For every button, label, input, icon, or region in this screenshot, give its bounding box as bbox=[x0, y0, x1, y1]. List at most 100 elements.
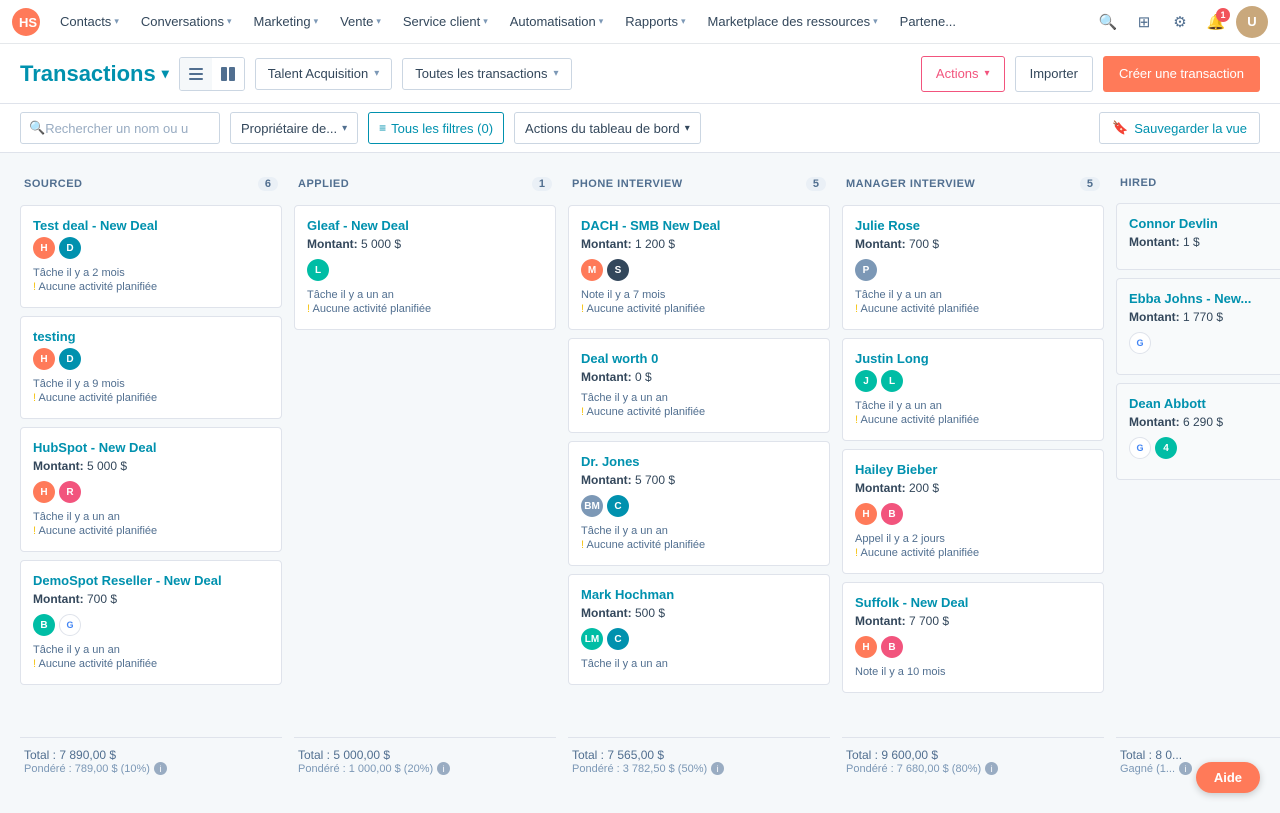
deal-amount: Montant: 1 $ bbox=[1129, 235, 1280, 249]
deal-amount: Montant: 5 700 $ bbox=[581, 473, 817, 487]
header-bar: Transactions ▾ Talent Acquisition ▾ Tout… bbox=[0, 44, 1280, 104]
col-cards-manager-interview: Julie RoseMontant: 700 $PTâche il y a un… bbox=[842, 205, 1104, 729]
nav-automatisation[interactable]: Automatisation▾ bbox=[500, 8, 614, 35]
deal-card[interactable]: Gleaf - New DealMontant: 5 000 $LTâche i… bbox=[294, 205, 556, 330]
all-filters-btn[interactable]: ≡ Tous les filtres (0) bbox=[368, 112, 504, 144]
deal-card[interactable]: Suffolk - New DealMontant: 7 700 $HBNote… bbox=[842, 582, 1104, 693]
board-actions-btn[interactable]: Actions du tableau de bord ▾ bbox=[514, 112, 701, 144]
card-avatar: B bbox=[33, 614, 55, 636]
nav-service-client[interactable]: Service client▾ bbox=[393, 8, 498, 35]
column-sourced: SOURCED6Test deal - New DealHDTâche il y… bbox=[20, 169, 282, 775]
deal-card[interactable]: Connor DevlinMontant: 1 $ bbox=[1116, 203, 1280, 270]
page-title[interactable]: Transactions ▾ bbox=[20, 61, 169, 87]
hubspot-logo[interactable]: HS bbox=[12, 8, 40, 36]
deal-card[interactable]: Deal worth 0Montant: 0 $Tâche il y a un … bbox=[568, 338, 830, 433]
col-footer-applied: Total : 5 000,00 $Pondéré : 1 000,00 $ (… bbox=[294, 737, 556, 775]
card-meta-activity: Tâche il y a un an bbox=[33, 644, 269, 656]
card-avatars: MS bbox=[581, 259, 817, 281]
deal-name: Deal worth 0 bbox=[581, 351, 817, 366]
col-total: Total : 5 000,00 $ bbox=[298, 748, 552, 762]
card-avatar: L bbox=[307, 259, 329, 281]
owner-filter-btn[interactable]: Propriétaire de... ▾ bbox=[230, 112, 358, 144]
deal-name: Gleaf - New Deal bbox=[307, 218, 543, 233]
card-meta-activity: Tâche il y a un an bbox=[581, 658, 817, 670]
deal-card[interactable]: Julie RoseMontant: 700 $PTâche il y a un… bbox=[842, 205, 1104, 330]
deal-card[interactable]: DACH - SMB New DealMontant: 1 200 $MSNot… bbox=[568, 205, 830, 330]
info-icon[interactable]: i bbox=[985, 762, 998, 775]
save-view-btn[interactable]: 🔖 Sauvegarder la vue bbox=[1099, 112, 1260, 144]
info-icon[interactable]: i bbox=[154, 762, 167, 775]
card-meta-warning: ! Aucune activité planifiée bbox=[581, 303, 817, 315]
nav-rapports[interactable]: Rapports▾ bbox=[615, 8, 695, 35]
aide-button[interactable]: Aide bbox=[1196, 762, 1260, 793]
nav-marketing[interactable]: Marketing▾ bbox=[243, 8, 328, 35]
card-avatar: P bbox=[855, 259, 877, 281]
column-phone-interview: PHONE INTERVIEW5DACH - SMB New DealMonta… bbox=[568, 169, 830, 775]
pipeline-dropdown[interactable]: Talent Acquisition ▾ bbox=[255, 58, 392, 90]
col-total: Total : 9 600,00 $ bbox=[846, 748, 1100, 762]
card-avatars: BG bbox=[33, 614, 269, 636]
deal-card[interactable]: Mark HochmanMontant: 500 $LMCTâche il y … bbox=[568, 574, 830, 685]
card-avatar: H bbox=[855, 503, 877, 525]
nav-conversations[interactable]: Conversations▾ bbox=[131, 8, 242, 35]
board-view-btn[interactable] bbox=[212, 58, 244, 90]
view-toggle bbox=[179, 57, 245, 91]
deal-card[interactable]: HubSpot - New DealMontant: 5 000 $HRTâch… bbox=[20, 427, 282, 552]
card-avatar: C bbox=[607, 628, 629, 650]
deal-name: DACH - SMB New Deal bbox=[581, 218, 817, 233]
col-title-manager-interview: MANAGER INTERVIEW bbox=[846, 178, 975, 190]
col-count-applied: 1 bbox=[532, 177, 552, 191]
deal-card[interactable]: testingHDTâche il y a 9 mois! Aucune act… bbox=[20, 316, 282, 419]
card-avatars: HB bbox=[855, 636, 1091, 658]
actions-button[interactable]: Actions ▾ bbox=[921, 56, 1005, 92]
nav-right-actions: 🔍 ⊞ ⚙ 🔔 1 U bbox=[1092, 6, 1268, 38]
deal-card[interactable]: Hailey BieberMontant: 200 $HBAppel il y … bbox=[842, 449, 1104, 574]
search-box[interactable]: 🔍 bbox=[20, 112, 220, 144]
list-view-btn[interactable] bbox=[180, 58, 212, 90]
col-title-hired: HIRED bbox=[1120, 177, 1157, 189]
deal-card[interactable]: DemoSpot Reseller - New DealMontant: 700… bbox=[20, 560, 282, 685]
col-weighted: Pondéré : 3 782,50 $ (50%) i bbox=[572, 762, 826, 775]
deal-card[interactable]: Dean AbbottMontant: 6 290 $G4 bbox=[1116, 383, 1280, 480]
settings-icon-btn[interactable]: ⚙ bbox=[1164, 6, 1196, 38]
deal-card[interactable]: Test deal - New DealHDTâche il y a 2 moi… bbox=[20, 205, 282, 308]
info-icon[interactable]: i bbox=[1179, 762, 1192, 775]
deal-name: Dr. Jones bbox=[581, 454, 817, 469]
column-applied: APPLIED1Gleaf - New DealMontant: 5 000 $… bbox=[294, 169, 556, 775]
card-meta-warning: ! Aucune activité planifiée bbox=[855, 414, 1091, 426]
user-avatar[interactable]: U bbox=[1236, 6, 1268, 38]
card-avatar: G bbox=[1129, 437, 1151, 459]
filter-dropdown[interactable]: Toutes les transactions ▾ bbox=[402, 58, 571, 90]
deal-name: testing bbox=[33, 329, 269, 344]
pipeline-chevron: ▾ bbox=[374, 68, 379, 79]
card-avatar: M bbox=[581, 259, 603, 281]
search-icon-btn[interactable]: 🔍 bbox=[1092, 6, 1124, 38]
deal-name: Ebba Johns - New... bbox=[1129, 291, 1280, 306]
nav-contacts[interactable]: Contacts▾ bbox=[50, 8, 129, 35]
info-icon[interactable]: i bbox=[437, 762, 450, 775]
card-meta-activity: Tâche il y a un an bbox=[581, 525, 817, 537]
create-transaction-button[interactable]: Créer une transaction bbox=[1103, 56, 1260, 92]
search-input[interactable] bbox=[45, 121, 195, 136]
info-icon[interactable]: i bbox=[711, 762, 724, 775]
deal-amount: Montant: 700 $ bbox=[33, 592, 269, 606]
card-avatars: JL bbox=[855, 370, 1091, 392]
deal-name: Dean Abbott bbox=[1129, 396, 1280, 411]
col-cards-phone-interview: DACH - SMB New DealMontant: 1 200 $MSNot… bbox=[568, 205, 830, 729]
importer-button[interactable]: Importer bbox=[1015, 56, 1093, 92]
filter-bar: 🔍 Propriétaire de... ▾ ≡ Tous les filtre… bbox=[0, 104, 1280, 153]
deal-card[interactable]: Dr. JonesMontant: 5 700 $BMCTâche il y a… bbox=[568, 441, 830, 566]
nav-marketplace[interactable]: Marketplace des ressources▾ bbox=[698, 8, 888, 35]
col-weighted: Pondéré : 789,00 $ (10%) i bbox=[24, 762, 278, 775]
apps-icon-btn[interactable]: ⊞ bbox=[1128, 6, 1160, 38]
nav-partenaires[interactable]: Partene... bbox=[890, 8, 966, 35]
card-meta-activity: Tâche il y a un an bbox=[581, 392, 817, 404]
page-title-chevron: ▾ bbox=[162, 65, 169, 82]
card-avatar: H bbox=[855, 636, 877, 658]
notifications-icon-btn[interactable]: 🔔 1 bbox=[1200, 6, 1232, 38]
card-meta-activity: Appel il y a 2 jours bbox=[855, 533, 1091, 545]
col-cards-sourced: Test deal - New DealHDTâche il y a 2 moi… bbox=[20, 205, 282, 729]
nav-vente[interactable]: Vente▾ bbox=[330, 8, 391, 35]
deal-card[interactable]: Justin LongJLTâche il y a un an! Aucune … bbox=[842, 338, 1104, 441]
deal-card[interactable]: Ebba Johns - New...Montant: 1 770 $G bbox=[1116, 278, 1280, 375]
